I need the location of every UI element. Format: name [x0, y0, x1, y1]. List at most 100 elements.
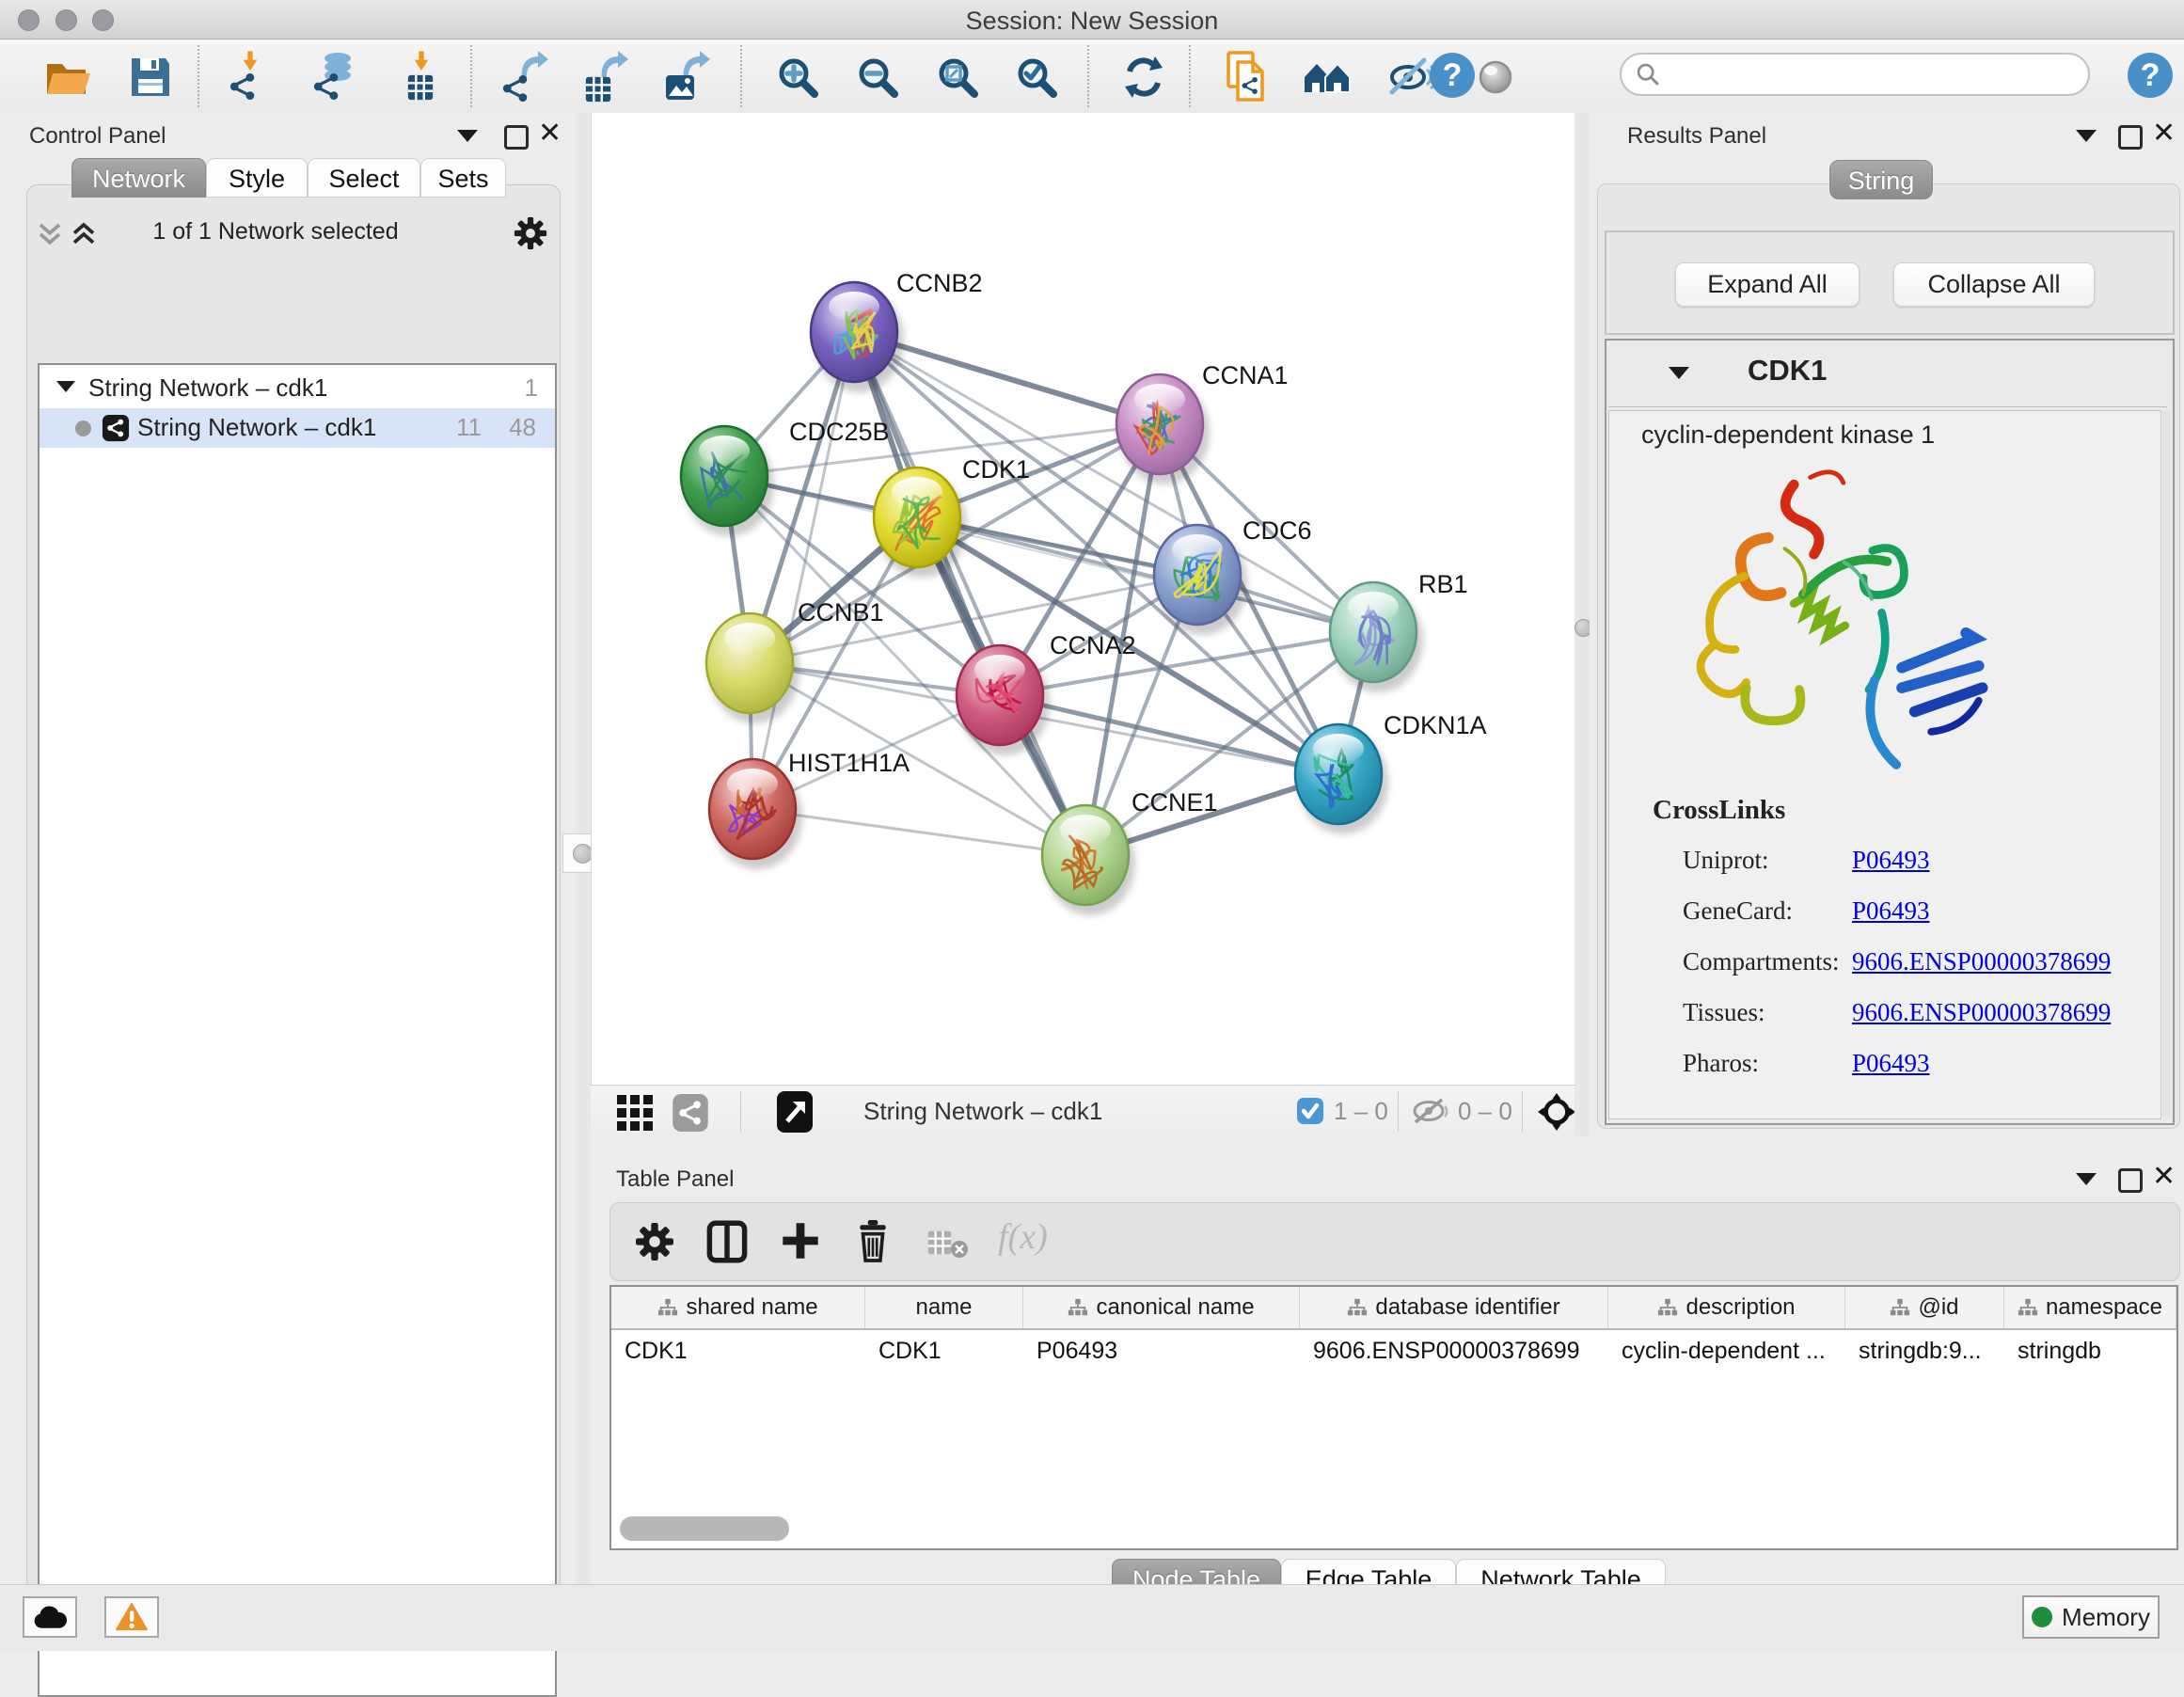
network-row-selected[interactable]: String Network – cdk1 11 48 — [40, 408, 555, 448]
grid-view-icon[interactable] — [615, 1093, 655, 1133]
svg-text:?: ? — [2141, 57, 2160, 93]
crosslink-value[interactable]: P06493 — [1852, 896, 1930, 926]
collapse-all-icon[interactable] — [36, 220, 64, 248]
memory-button[interactable]: Memory — [2022, 1595, 2160, 1639]
column-header-namespace[interactable]: namespace — [2004, 1287, 2176, 1328]
tab-network[interactable]: Network — [71, 158, 206, 198]
network-icon — [102, 414, 130, 442]
statusbar-separator — [1522, 1091, 1523, 1132]
search-field[interactable] — [1620, 53, 2090, 96]
search-icon — [1635, 61, 1661, 87]
edge-count: 48 — [489, 413, 536, 442]
column-label: @id — [1918, 1294, 1958, 1321]
column-header-description[interactable]: description — [1608, 1287, 1845, 1328]
control-panel-tabs: NetworkStyleSelectSets — [71, 158, 506, 198]
table-cell[interactable]: 9606.ENSP00000378699 — [1300, 1330, 1608, 1373]
crosslink-value[interactable]: 9606.ENSP00000378699 — [1852, 947, 2111, 976]
node-label-CDC25B: CDC25B — [789, 418, 890, 446]
crosslink-value[interactable]: P06493 — [1852, 1049, 1930, 1078]
table-cell[interactable]: P06493 — [1023, 1330, 1300, 1373]
network-view-icon[interactable] — [672, 1092, 709, 1134]
export-network-icon[interactable] — [499, 51, 551, 103]
table-horizontal-scrollbar[interactable] — [620, 1516, 789, 1541]
crosslink-value[interactable]: 9606.ENSP00000378699 — [1852, 998, 2111, 1027]
export-image-icon[interactable] — [658, 51, 711, 103]
window-status-bar — [0, 1584, 2184, 1651]
table-toolbar: f(x) — [609, 1202, 2180, 1281]
import-database-icon[interactable] — [309, 51, 362, 103]
add-column-icon[interactable] — [780, 1220, 821, 1261]
zoom-out-icon[interactable] — [851, 51, 904, 103]
float-panel-icon[interactable] — [2118, 1168, 2143, 1193]
detach-view-icon[interactable] — [776, 1090, 814, 1134]
network-collection-row[interactable]: String Network – cdk1 1 — [40, 369, 555, 408]
network-status-bar: String Network – cdk1 1 – 0 0 – 0 — [591, 1085, 1575, 1137]
export-table-icon[interactable] — [577, 51, 629, 103]
table-cell[interactable]: CDK1 — [865, 1330, 1023, 1373]
selected-checkbox-icon[interactable] — [1296, 1097, 1324, 1125]
close-panel-icon[interactable]: ✕ — [2152, 124, 2176, 143]
table-cell[interactable]: CDK1 — [611, 1330, 865, 1373]
column-header-database-identifier[interactable]: database identifier — [1300, 1287, 1608, 1328]
crosslink-value[interactable]: P06493 — [1852, 846, 1930, 875]
column-header-name[interactable]: name — [865, 1287, 1023, 1328]
column-header-canonical-name[interactable]: canonical name — [1023, 1287, 1300, 1328]
search-input[interactable] — [1661, 60, 2069, 88]
table-cell[interactable]: cyclin-dependent ... — [1608, 1330, 1845, 1373]
tab-string[interactable]: String — [1829, 160, 1933, 199]
table-cell[interactable]: stringdb:9... — [1845, 1330, 2004, 1373]
cloud-status-button[interactable] — [23, 1596, 77, 1638]
fit-content-icon[interactable] — [1537, 1092, 1576, 1132]
table-row[interactable]: CDK1CDK1P064939606.ENSP00000378699cyclin… — [611, 1330, 2176, 1373]
share-file-icon[interactable] — [1223, 51, 1275, 103]
delete-column-icon[interactable] — [853, 1218, 893, 1263]
panel-menu-icon[interactable] — [2076, 130, 2097, 142]
column-label: canonical name — [1096, 1294, 1254, 1321]
show-columns-icon[interactable] — [706, 1220, 748, 1263]
import-table-icon[interactable] — [393, 51, 446, 103]
open-session-icon[interactable] — [41, 51, 94, 103]
help-icon[interactable]: ? — [2126, 51, 2175, 100]
panel-menu-icon[interactable] — [457, 130, 478, 142]
main-toolbar: ? ? — [0, 40, 2184, 115]
column-header-shared-name[interactable]: shared name — [611, 1287, 865, 1328]
expand-all-icon[interactable] — [70, 220, 98, 248]
split-handle-grip — [573, 844, 593, 864]
expand-all-button[interactable]: Expand All — [1675, 262, 1860, 307]
render-full-graphics-icon[interactable] — [1469, 51, 1522, 103]
results-scrollbar[interactable] — [2160, 411, 2171, 1117]
close-panel-icon[interactable]: ✕ — [538, 124, 562, 143]
collapse-all-button[interactable]: Collapse All — [1893, 262, 2095, 307]
refresh-icon[interactable] — [1117, 51, 1170, 103]
table-panel-title: Table Panel — [616, 1166, 734, 1193]
float-panel-icon[interactable] — [2118, 125, 2143, 150]
table-options-gear-icon[interactable] — [635, 1222, 674, 1261]
collection-expand-icon[interactable] — [56, 381, 75, 392]
collapse-entry-icon[interactable] — [1669, 367, 1689, 379]
table-cell[interactable]: stringdb — [2004, 1330, 2176, 1373]
panel-menu-icon[interactable] — [2076, 1173, 2097, 1185]
node-label-CDC6: CDC6 — [1242, 516, 1312, 545]
close-panel-icon[interactable]: ✕ — [2152, 1167, 2176, 1186]
gene-details: cyclin-dependent kinase 1 CrossLinks Uni… — [1608, 410, 2161, 1119]
tab-style[interactable]: Style — [206, 158, 308, 198]
network-canvas[interactable]: CCNB2CCNA1CDC25BCDK1CDC6RB1CCNB1CCNA2CDK… — [591, 113, 1575, 1085]
import-network-icon[interactable] — [226, 51, 278, 103]
hidden-eye-icon[interactable] — [1411, 1097, 1452, 1125]
home-icon[interactable] — [1301, 51, 1353, 103]
tab-select[interactable]: Select — [308, 158, 420, 198]
tab-sets[interactable]: Sets — [420, 158, 506, 198]
column-type-icon — [1657, 1297, 1678, 1318]
column-header-@id[interactable]: @id — [1845, 1287, 2004, 1328]
toolbar-separator — [740, 45, 742, 107]
zoom-selected-icon[interactable] — [1010, 51, 1063, 103]
zoom-fit-icon[interactable] — [931, 51, 984, 103]
gene-symbol: CDK1 — [1748, 354, 1827, 388]
node-label-CDKN1A: CDKN1A — [1384, 711, 1487, 739]
float-panel-icon[interactable] — [504, 125, 529, 150]
zoom-in-icon[interactable] — [771, 51, 824, 103]
warnings-button[interactable] — [104, 1596, 159, 1638]
help-icon[interactable]: ? — [1428, 51, 1477, 100]
save-session-icon[interactable] — [124, 51, 177, 103]
network-options-gear-icon[interactable] — [514, 216, 547, 250]
